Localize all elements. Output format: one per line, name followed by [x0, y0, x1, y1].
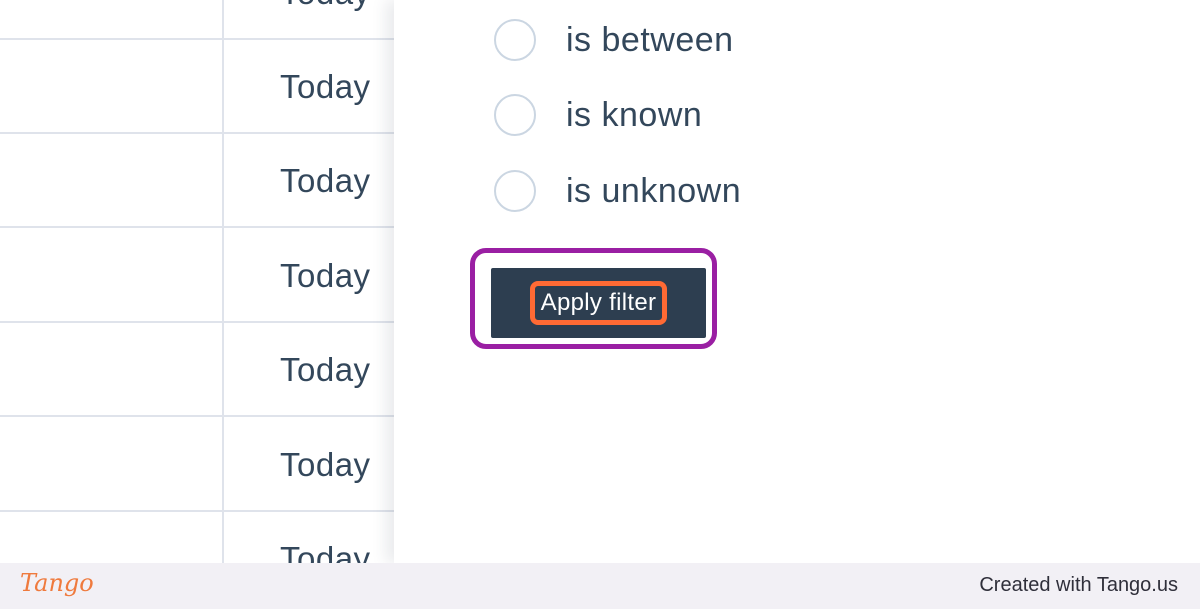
- table-row[interactable]: Today: [0, 418, 396, 512]
- radio-label: is between: [566, 20, 734, 59]
- table-row[interactable]: Today: [0, 40, 396, 134]
- radio-label: is unknown: [566, 171, 742, 210]
- date-cell: Today: [280, 162, 371, 199]
- radio-option-is-unknown[interactable]: is unknown: [494, 168, 741, 214]
- radio-option-is-between[interactable]: is between: [494, 17, 734, 63]
- column-divider: [222, 0, 224, 563]
- apply-filter-button[interactable]: Apply filter: [489, 266, 708, 340]
- radio-label: is known: [566, 95, 703, 134]
- footer-credit[interactable]: Created with Tango.us: [979, 574, 1178, 597]
- records-table: Today Today Today Today Today Today Toda…: [0, 0, 396, 563]
- radio-button[interactable]: [494, 94, 536, 136]
- filter-panel: is between is known is unknown Apply fil…: [394, 0, 1200, 563]
- table-row[interactable]: Today: [0, 229, 396, 323]
- date-cell: Today: [280, 257, 371, 294]
- date-cell: Today: [280, 68, 371, 105]
- radio-button[interactable]: [494, 19, 536, 61]
- tango-logo[interactable]: Tango: [20, 569, 94, 597]
- screenshot-stage: Today Today Today Today Today Today Toda…: [0, 0, 1200, 609]
- date-cell: Today: [280, 540, 371, 563]
- table-row[interactable]: Today: [0, 134, 396, 228]
- radio-button[interactable]: [494, 170, 536, 212]
- table-row[interactable]: Today: [0, 512, 396, 563]
- apply-filter-label: Apply filter: [529, 281, 668, 325]
- date-cell: Today: [280, 0, 371, 12]
- date-cell: Today: [280, 351, 371, 388]
- table-row[interactable]: Today: [0, 323, 396, 417]
- table-row[interactable]: Today: [0, 0, 396, 40]
- footer-bar: Tango Created with Tango.us: [0, 563, 1200, 609]
- date-cell: Today: [280, 446, 371, 483]
- radio-option-is-known[interactable]: is known: [494, 92, 702, 138]
